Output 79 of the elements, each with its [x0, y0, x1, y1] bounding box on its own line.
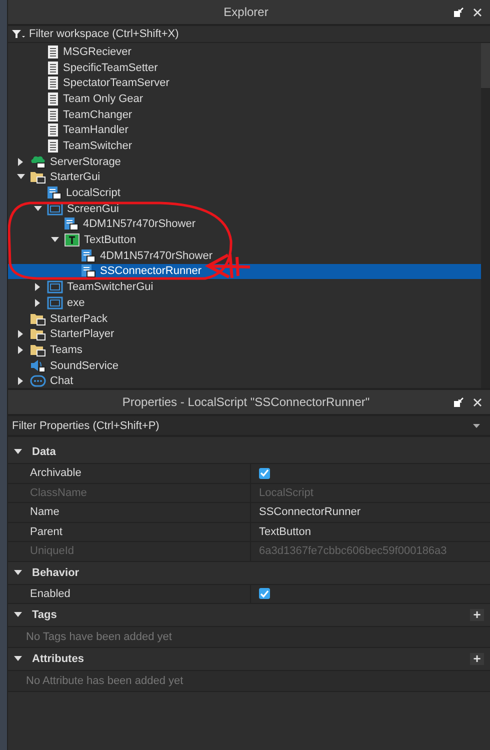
tree-item[interactable]: 4DM1N57r470rShower: [8, 248, 481, 264]
property-value[interactable]: SSConnectorRunner: [259, 506, 361, 518]
tree-item[interactable]: Teams: [8, 342, 481, 358]
folder-icon: [30, 327, 46, 342]
tree-item[interactable]: 4DM1N57r470rShower: [8, 216, 481, 232]
screen-gui-icon: [47, 280, 63, 294]
panel-title: Properties - LocalScript "SSConnectorRunner": [121, 395, 371, 409]
text-button-icon: [64, 233, 80, 248]
property-value: LocalScript: [259, 486, 314, 499]
script-icon: [47, 123, 59, 138]
filter-field[interactable]: Filter Properties (Ctrl+Shift+P): [8, 416, 490, 437]
script-icon: [47, 138, 59, 153]
property-value: 6a3d1367fe7cbbc606bec59f000186a3: [259, 545, 447, 558]
screen-gui-icon: [47, 202, 63, 216]
property-value[interactable]: TextButton: [259, 526, 311, 538]
section-header[interactable]: Behavior: [8, 562, 490, 584]
tree-item[interactable]: SpecificTeamSetter: [8, 60, 481, 76]
tree-item[interactable]: StarterGui: [8, 170, 481, 186]
add-button[interactable]: +: [470, 653, 484, 665]
local-script-icon: [64, 217, 79, 232]
close-icon[interactable]: [473, 8, 482, 16]
collapse-arrow-icon[interactable]: [14, 656, 22, 662]
undock-icon[interactable]: [453, 396, 464, 408]
close-icon[interactable]: [473, 398, 482, 406]
speaker-icon: [30, 358, 46, 373]
collapse-arrow-icon[interactable]: [17, 174, 25, 180]
panel-title: Explorer: [222, 5, 270, 19]
property-name: Enabled: [8, 584, 251, 603]
collapse-arrow-icon[interactable]: [14, 612, 22, 618]
property-name: ClassName: [8, 484, 251, 502]
expand-arrow-icon[interactable]: [18, 158, 24, 166]
collapse-arrow-icon[interactable]: [14, 449, 22, 455]
tree-item[interactable]: MSGReciever: [8, 44, 481, 60]
filter-icon[interactable]: [12, 29, 26, 39]
tree-item[interactable]: Chat: [8, 373, 481, 388]
storage-icon: [30, 154, 46, 169]
screen-gui-icon: [47, 296, 63, 310]
script-icon: [47, 44, 59, 59]
filter-field[interactable]: Filter workspace (Ctrl+Shift+X): [29, 28, 490, 40]
local-script-icon: [81, 264, 96, 278]
folder-icon: [30, 342, 46, 357]
undock-icon[interactable]: [453, 6, 464, 18]
tree-item[interactable]: SSConnectorRunner: [8, 264, 481, 280]
tree-item[interactable]: StarterPack: [8, 310, 481, 326]
collapse-arrow-icon[interactable]: [34, 206, 42, 212]
tree-item[interactable]: StarterPlayer: [8, 326, 481, 342]
expand-arrow-icon[interactable]: [18, 377, 24, 386]
tree-item[interactable]: TextButton: [8, 232, 481, 248]
scrollbar-thumb[interactable]: [481, 43, 490, 88]
folder-icon: [30, 170, 46, 184]
tree-item[interactable]: ServerStorage: [8, 154, 481, 170]
property-name: Name: [8, 503, 251, 522]
tree-item[interactable]: ScreenGui: [8, 200, 481, 217]
collapse-arrow-icon[interactable]: [51, 237, 59, 244]
local-script-icon: [47, 186, 62, 200]
property-name: Archivable: [8, 464, 251, 482]
tree-item[interactable]: TeamSwitcher: [8, 138, 481, 154]
collapse-arrow-icon[interactable]: [14, 570, 22, 576]
script-icon: [47, 76, 59, 90]
folder-icon: [30, 312, 46, 326]
local-script-icon: [81, 248, 96, 263]
property-name: Parent: [8, 522, 251, 541]
property-name: UniqueId: [8, 542, 251, 560]
checkbox[interactable]: [259, 468, 270, 479]
tree-item[interactable]: SpectatorTeamServer: [8, 75, 481, 92]
script-icon: [47, 92, 59, 106]
tree-item[interactable]: LocalScript: [8, 185, 481, 201]
tree-item[interactable]: exe: [8, 295, 481, 311]
tree-item[interactable]: TeamSwitcherGui: [8, 279, 481, 295]
tree-item[interactable]: TeamChanger: [8, 106, 481, 122]
tree-item[interactable]: Team Only Gear: [8, 91, 481, 107]
add-button[interactable]: +: [470, 609, 484, 621]
script-icon: [47, 60, 59, 75]
checkbox[interactable]: [259, 588, 270, 600]
chat-icon: [30, 374, 46, 388]
dropdown-arrow-icon[interactable]: [473, 424, 480, 428]
script-icon: [47, 108, 59, 122]
tree-item[interactable]: SoundService: [8, 358, 481, 374]
tree-item[interactable]: TeamHandler: [8, 122, 481, 138]
